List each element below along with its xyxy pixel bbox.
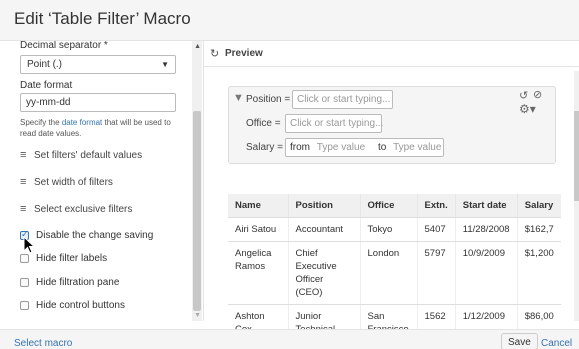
filter-icon: ▼ (233, 92, 244, 104)
mouse-cursor-icon (23, 236, 36, 254)
dialog-header: Edit ‘Table Filter’ Macro (0, 0, 579, 41)
clear-icon[interactable]: ⊘ (533, 88, 542, 101)
hide-filtration-pane-checkbox[interactable]: Hide filtration pane (20, 277, 119, 288)
date-format-input[interactable]: yy-mm-dd (20, 93, 176, 112)
checkbox-label: Hide control buttons (36, 300, 125, 311)
chevron-down-icon: ▼ (161, 60, 169, 69)
settings-panel: Decimal separator * Point (.) ▼ Date for… (0, 41, 202, 321)
salary-to-label: to (377, 142, 387, 153)
salary-filter-range[interactable]: from Type value to Type value (285, 138, 444, 157)
table-row: Angelica Ramos Chief Executive Officer (… (228, 241, 562, 305)
settings-scrollbar[interactable]: ▲ ▼ (192, 41, 202, 321)
menu-item-label: Set width of filters (34, 176, 113, 188)
table-cell: Angelica Ramos (228, 241, 289, 305)
salary-filter-label: Salary = (246, 142, 283, 153)
column-header[interactable]: Office (360, 194, 418, 218)
menu-item-label: Select exclusive filters (34, 203, 133, 215)
column-header[interactable]: Name (228, 194, 289, 218)
table-cell: London (360, 241, 418, 305)
scrollbar-thumb[interactable] (574, 111, 579, 201)
scrollbar-thumb[interactable] (193, 111, 201, 311)
decimal-separator-value: Point (.) (27, 59, 63, 70)
office-filter-input[interactable]: Click or start typing... (285, 114, 383, 133)
data-table: Name Position Office Extn. Start date Sa… (228, 194, 562, 342)
checkbox-label: Hide filtration pane (36, 277, 120, 288)
table-row: Airi Satou Accountant Tokyo 5407 11/28/2… (228, 217, 562, 242)
table-header-row: Name Position Office Extn. Start date Sa… (228, 194, 562, 218)
checkbox-icon (20, 278, 29, 287)
table-cell: Accountant (288, 217, 361, 242)
table-cell: 11/28/2008 (455, 217, 518, 242)
column-header[interactable]: Salary (517, 194, 562, 218)
column-header[interactable]: Position (288, 194, 361, 218)
table-cell: Tokyo (360, 217, 418, 242)
macro-dialog: Edit ‘Table Filter’ Macro Decimal separa… (0, 0, 579, 349)
table-cell: $1,200 (517, 241, 562, 305)
scroll-down-icon[interactable]: ▼ (194, 312, 201, 319)
hide-control-buttons-checkbox[interactable]: Hide control buttons (20, 300, 125, 311)
cancel-button[interactable]: Cancel (541, 338, 572, 349)
reset-icon[interactable]: ↺ (519, 89, 528, 102)
gear-icon[interactable]: ⚙▾ (519, 102, 536, 116)
preview-header: ↻ Preview (204, 41, 579, 67)
date-format-link[interactable]: date format (62, 118, 102, 127)
date-format-help: Specify the date format that will be use… (20, 117, 185, 139)
dialog-title: Edit ‘Table Filter’ Macro (14, 9, 191, 28)
refresh-icon[interactable]: ↻ (210, 47, 219, 60)
menu-icon: ≡ (20, 203, 27, 215)
preview-title: Preview (225, 48, 263, 59)
decimal-separator-select[interactable]: Point (.) ▼ (20, 55, 176, 74)
position-filter-label: Position = (246, 94, 291, 105)
select-exclusive-filters-item[interactable]: ≡ Select exclusive filters (20, 203, 132, 215)
table-cell: 10/9/2009 (455, 241, 518, 305)
checkbox-icon (20, 301, 29, 310)
set-width-filters-item[interactable]: ≡ Set width of filters (20, 176, 113, 188)
disable-change-saving-checkbox[interactable]: Disable the change saving (20, 229, 154, 241)
preview-panel: ↻ Preview ▼ Position = Click or start ty… (203, 41, 579, 342)
column-header[interactable]: Extn. (417, 194, 456, 218)
save-button[interactable]: Save (501, 333, 538, 349)
table-cell: Airi Satou (228, 217, 289, 242)
date-format-label: Date format (20, 80, 73, 91)
table-cell: 5407 (417, 217, 456, 242)
table-cell: Chief Executive Officer (CEO) (288, 241, 361, 305)
office-filter-label: Office = (246, 118, 281, 129)
decimal-separator-label: Decimal separator * (20, 41, 108, 51)
menu-item-label: Set filters' default values (34, 149, 143, 161)
help-text-prefix: Specify the (20, 118, 62, 127)
table-cell: 5797 (417, 241, 456, 305)
salary-to-input[interactable]: Type value (393, 142, 441, 153)
set-default-values-item[interactable]: ≡ Set filters' default values (20, 149, 142, 161)
salary-from-input[interactable]: Type value (317, 142, 365, 153)
filter-pane: ▼ Position = Click or start typing... Of… (228, 86, 556, 164)
dialog-footer: Select macro Save Cancel (0, 329, 579, 349)
checkbox-label: Disable the change saving (36, 230, 154, 241)
menu-icon: ≡ (20, 149, 27, 161)
menu-icon: ≡ (20, 176, 27, 188)
position-filter-input[interactable]: Click or start typing... (292, 90, 393, 109)
salary-from-label: from (290, 142, 310, 153)
select-macro-link[interactable]: Select macro (14, 338, 72, 349)
column-header[interactable]: Start date (455, 194, 518, 218)
preview-scrollbar[interactable] (574, 71, 579, 321)
checkbox-label: Hide filter labels (36, 253, 108, 264)
scroll-up-icon[interactable]: ▲ (194, 43, 201, 50)
table-cell: $162,7 (517, 217, 562, 242)
